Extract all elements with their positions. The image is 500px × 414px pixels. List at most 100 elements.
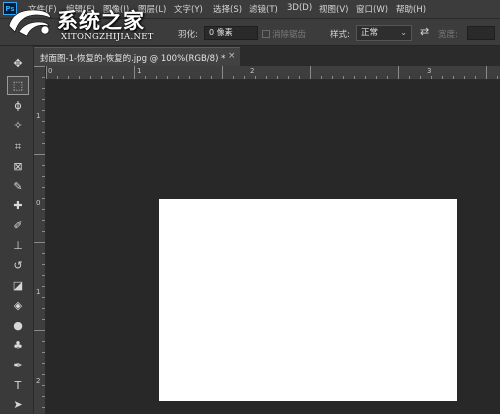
type-tool-icon[interactable]: T <box>7 376 29 395</box>
ruler-tick <box>34 66 45 67</box>
menu-filter[interactable]: 滤镜(T) <box>249 3 278 15</box>
ruler-tick <box>244 76 245 79</box>
menu-window[interactable]: 窗口(W) <box>356 3 388 15</box>
ruler-v-number: 1 <box>36 288 41 296</box>
site-watermark: 系统之家 XITONGZHIJIA.NET <box>5 1 173 45</box>
lasso-tool-icon[interactable]: ϕ <box>7 96 29 115</box>
ruler-v-number: 1 <box>36 112 41 120</box>
menu-view[interactable]: 视图(V) <box>319 3 348 15</box>
ruler-tick <box>156 76 157 79</box>
ruler-tick <box>453 76 454 79</box>
ruler-tick <box>34 330 45 331</box>
brush-tool-icon[interactable]: ✐ <box>7 216 29 235</box>
move-tool-icon[interactable]: ✥ <box>7 54 29 73</box>
document-canvas[interactable] <box>159 199 457 401</box>
ruler-tick <box>321 76 322 79</box>
dodge-tool-icon[interactable]: ♣ <box>7 336 29 355</box>
ruler-tick <box>42 143 45 144</box>
ruler-tick <box>178 76 179 79</box>
ruler-tick <box>46 66 47 79</box>
ruler-tick <box>387 76 388 79</box>
menu-select[interactable]: 选择(S) <box>213 3 242 15</box>
ruler-tick <box>42 132 45 133</box>
paint-bucket-tool-icon[interactable]: ◈ <box>7 296 29 315</box>
eyedropper-tool-icon[interactable]: ✎ <box>7 177 29 196</box>
ruler-tick <box>57 76 58 79</box>
ruler-tick <box>42 297 45 298</box>
ruler-tick <box>42 165 45 166</box>
ruler-tick <box>42 341 45 342</box>
ruler-h-number: 1 <box>137 67 142 75</box>
ruler-tick <box>277 76 278 79</box>
ruler-v-number: 2 <box>36 377 41 385</box>
ruler-tick <box>42 374 45 375</box>
swap-icon[interactable]: ⇄ <box>420 25 429 38</box>
ruler-tick <box>310 66 311 79</box>
ruler-tick <box>42 286 45 287</box>
watermark-title: 系统之家 <box>57 9 145 33</box>
ruler-h-number: 2 <box>250 67 255 75</box>
ruler-tick <box>420 76 421 79</box>
watermark-logo-icon <box>8 9 52 37</box>
ruler-tick <box>42 407 45 408</box>
ruler-tick <box>222 66 223 79</box>
path-selection-tool-icon[interactable]: ➤ <box>7 395 29 414</box>
ruler-tick <box>288 76 289 79</box>
menu-type[interactable]: 文字(Y) <box>174 3 203 15</box>
antialias-checkbox[interactable] <box>262 30 270 38</box>
ruler-tick <box>200 76 201 79</box>
antialias-label: 消除锯齿 <box>272 30 307 40</box>
ruler-tick <box>332 76 333 79</box>
magic-wand-tool-icon[interactable]: ✧ <box>7 116 29 135</box>
ruler-tick <box>101 76 102 79</box>
chevron-down-icon: ⌄ <box>400 28 407 37</box>
ruler-tick <box>42 275 45 276</box>
ruler-tick <box>112 76 113 79</box>
ruler-tick <box>79 76 80 79</box>
width-input[interactable] <box>467 26 495 40</box>
horizontal-ruler[interactable]: 0 1 2 3 <box>46 66 500 80</box>
menu-3d[interactable]: 3D(D) <box>287 3 312 13</box>
ruler-h-number: 3 <box>427 67 432 75</box>
ruler-tick <box>343 76 344 79</box>
ruler-tick <box>42 264 45 265</box>
menu-help[interactable]: 帮助(H) <box>396 3 426 15</box>
pen-tool-icon[interactable]: ✒ <box>7 356 29 375</box>
ruler-tick <box>145 76 146 79</box>
ruler-tick <box>354 76 355 79</box>
ruler-tick <box>398 66 399 79</box>
style-label: 样式: <box>330 30 350 40</box>
ruler-tick <box>475 76 476 79</box>
ruler-tick <box>68 76 69 79</box>
ruler-tick <box>34 242 45 243</box>
ruler-tick <box>42 77 45 78</box>
ruler-tick <box>42 253 45 254</box>
feather-label: 羽化: <box>178 30 198 40</box>
ruler-tick <box>255 76 256 79</box>
vertical-ruler[interactable]: 1 0 1 2 <box>34 66 46 414</box>
history-brush-tool-icon[interactable]: ↺ <box>7 256 29 275</box>
ruler-tick <box>42 385 45 386</box>
ruler-tick <box>90 76 91 79</box>
ruler-tick <box>233 76 234 79</box>
ruler-tick <box>42 319 45 320</box>
ruler-tick <box>442 76 443 79</box>
ruler-tick <box>365 76 366 79</box>
style-select[interactable]: 正常 ⌄ <box>356 25 412 41</box>
frame-tool-icon[interactable]: ⊠ <box>7 157 29 176</box>
healing-brush-tool-icon[interactable]: ✚ <box>7 196 29 215</box>
eraser-tool-icon[interactable]: ◪ <box>7 276 29 295</box>
ruler-v-number: 0 <box>36 199 41 207</box>
document-tab[interactable]: 封面图-1-恢复的-恢复的.jpg @ 100%(RGB/8) * × <box>34 47 240 66</box>
ruler-tick <box>167 76 168 79</box>
blur-tool-icon[interactable]: ● <box>7 316 29 335</box>
ruler-tick <box>134 66 135 79</box>
feather-input[interactable]: 0 像素 <box>204 26 258 40</box>
clone-stamp-tool-icon[interactable]: ⊥ <box>7 236 29 255</box>
ruler-tick <box>42 363 45 364</box>
width-label: 宽度: <box>438 30 458 40</box>
ruler-tick <box>189 76 190 79</box>
close-icon[interactable]: × <box>228 51 236 61</box>
marquee-tool-icon[interactable]: ⬚ <box>7 76 29 95</box>
crop-tool-icon[interactable]: ⌗ <box>7 137 29 156</box>
